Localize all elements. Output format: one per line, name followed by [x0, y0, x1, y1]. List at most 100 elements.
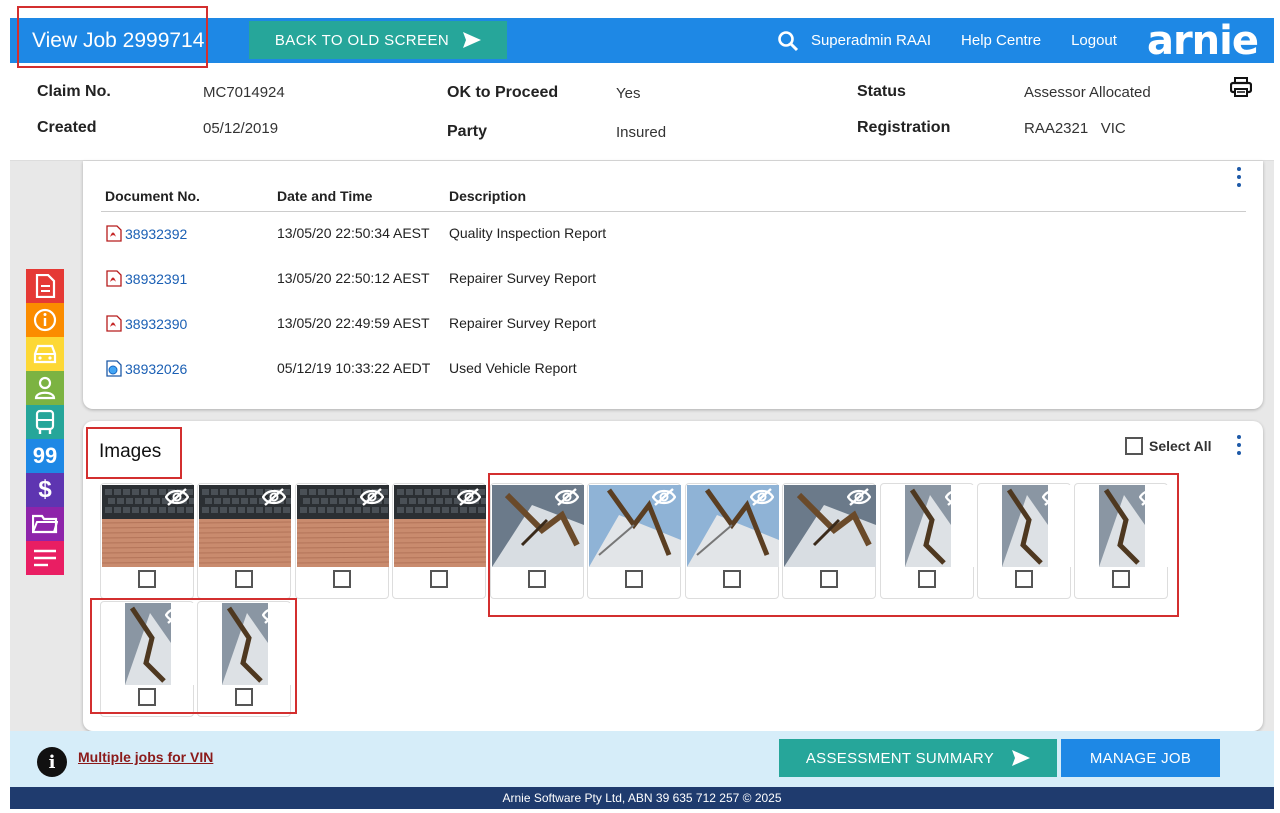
dollar-icon[interactable]: $ — [26, 473, 64, 507]
info-icon[interactable] — [26, 303, 64, 337]
document-icon[interactable] — [26, 269, 64, 303]
document-link[interactable]: 38932390 — [106, 315, 187, 332]
hidden-eye-icon[interactable] — [1041, 488, 1067, 506]
hidden-eye-icon[interactable] — [944, 488, 970, 506]
hidden-eye-icon[interactable] — [261, 488, 287, 506]
print-icon[interactable] — [1230, 77, 1252, 97]
divider — [101, 211, 1246, 212]
image-tile[interactable] — [490, 483, 584, 599]
image-select-checkbox[interactable] — [138, 688, 156, 706]
hidden-eye-icon[interactable] — [359, 488, 385, 506]
documents-more-icon[interactable] — [1236, 167, 1242, 187]
image-tile[interactable] — [587, 483, 681, 599]
image-select-checkbox[interactable] — [820, 570, 838, 588]
hidden-eye-icon[interactable] — [261, 606, 287, 624]
manage-job-button[interactable]: MANAGE JOB — [1061, 739, 1220, 777]
document-description: Repairer Survey Report — [449, 270, 597, 286]
hidden-eye-icon[interactable] — [846, 488, 872, 506]
image-select-checkbox[interactable] — [235, 688, 253, 706]
hidden-eye-icon[interactable] — [651, 488, 677, 506]
images-card: Images Select All — [83, 421, 1263, 731]
document-link[interactable]: 38932391 — [106, 270, 187, 287]
image-tile[interactable] — [295, 483, 389, 599]
select-all-label: Select All — [1149, 438, 1212, 454]
status-value: Assessor Allocated — [1024, 84, 1151, 101]
image-select-checkbox[interactable] — [625, 570, 643, 588]
quote-icon[interactable]: 99 — [26, 439, 64, 473]
select-all[interactable]: Select All — [1125, 437, 1212, 455]
footer: Arnie Software Pty Ltd, ABN 39 635 712 2… — [10, 787, 1274, 809]
pdf-icon — [106, 315, 122, 332]
image-tile[interactable] — [977, 483, 1071, 599]
hidden-eye-icon[interactable] — [1138, 488, 1164, 506]
user-menu-link[interactable]: Superadmin RAAI — [811, 32, 931, 49]
image-select-checkbox[interactable] — [723, 570, 741, 588]
assessment-summary-label: ASSESSMENT SUMMARY — [805, 749, 995, 767]
image-tile[interactable] — [197, 483, 291, 599]
images-more-icon[interactable] — [1236, 435, 1242, 455]
party-label: Party — [447, 123, 488, 140]
claim-info-bar: Claim No. MC7014924 Created 05/12/2019 O… — [10, 63, 1274, 161]
image-tile[interactable] — [100, 483, 194, 599]
top-nav: Superadmin RAAI Help Centre Logout arnie — [777, 18, 1274, 63]
image-select-checkbox[interactable] — [1015, 570, 1033, 588]
image-tile[interactable] — [197, 601, 291, 717]
image-tile[interactable] — [880, 483, 974, 599]
hidden-eye-icon[interactable] — [554, 488, 580, 506]
help-centre-link[interactable]: Help Centre — [961, 32, 1041, 49]
document-description: Used Vehicle Report — [449, 360, 577, 376]
image-tile[interactable] — [685, 483, 779, 599]
table-row: 38932026 05/12/19 10:33:22 AEDT Used Veh… — [83, 360, 1263, 380]
document-description: Quality Inspection Report — [449, 225, 607, 241]
section-sidebar: 99 $ — [26, 269, 64, 575]
documents-card: Document No. Date and Time Description 3… — [83, 161, 1263, 409]
page-title: View Job 2999714 — [32, 29, 205, 52]
person-icon[interactable] — [26, 371, 64, 405]
image-tile[interactable] — [1074, 483, 1168, 599]
hidden-eye-icon[interactable] — [456, 488, 482, 506]
image-select-checkbox[interactable] — [1112, 570, 1130, 588]
logout-link[interactable]: Logout — [1071, 32, 1117, 49]
vehicle-front-icon[interactable] — [26, 405, 64, 439]
hidden-eye-icon[interactable] — [164, 606, 190, 624]
hidden-eye-icon[interactable] — [164, 488, 190, 506]
ok-to-proceed-value: Yes — [616, 85, 641, 102]
created-label: Created — [37, 119, 97, 136]
image-tile[interactable] — [392, 483, 486, 599]
document-datetime: 13/05/20 22:50:12 AEST — [277, 270, 430, 286]
status-label: Status — [857, 83, 906, 100]
image-tile[interactable] — [100, 601, 194, 717]
image-select-checkbox[interactable] — [235, 570, 253, 588]
image-select-checkbox[interactable] — [918, 570, 936, 588]
col-header-date-time: Date and Time — [277, 188, 373, 204]
back-to-old-screen-button[interactable]: BACK TO OLD SCREEN — [249, 21, 507, 59]
image-select-checkbox[interactable] — [138, 570, 156, 588]
notes-icon[interactable] — [26, 541, 64, 575]
col-header-document-no: Document No. — [105, 188, 200, 204]
table-row: 38932391 13/05/20 22:50:12 AEST Repairer… — [83, 270, 1263, 290]
document-datetime: 13/05/20 22:49:59 AEST — [277, 315, 430, 331]
image-select-checkbox[interactable] — [333, 570, 351, 588]
claim-no-value: MC7014924 — [203, 84, 285, 101]
app-frame: View Job 2999714 BACK TO OLD SCREEN Supe… — [10, 18, 1274, 809]
top-bar: View Job 2999714 BACK TO OLD SCREEN Supe… — [10, 18, 1274, 63]
hidden-eye-icon[interactable] — [749, 488, 775, 506]
image-select-checkbox[interactable] — [528, 570, 546, 588]
search-icon[interactable] — [777, 30, 799, 52]
assessment-summary-button[interactable]: ASSESSMENT SUMMARY — [779, 739, 1057, 777]
folder-icon[interactable] — [26, 507, 64, 541]
image-select-checkbox[interactable] — [430, 570, 448, 588]
pdf-icon — [106, 225, 122, 242]
select-all-checkbox[interactable] — [1125, 437, 1143, 455]
table-row: 38932390 13/05/20 22:49:59 AEST Repairer… — [83, 315, 1263, 335]
multiple-jobs-vin-link[interactable]: Multiple jobs for VIN — [78, 749, 213, 765]
images-title: Images — [99, 441, 162, 462]
info-icon: i — [37, 747, 67, 777]
party-value: Insured — [616, 124, 667, 141]
document-datetime: 05/12/19 10:33:22 AEDT — [277, 360, 431, 376]
document-link[interactable]: 38932392 — [106, 225, 187, 242]
document-link[interactable]: 38932026 — [106, 360, 187, 377]
send-arrow-icon — [1012, 750, 1031, 766]
image-tile[interactable] — [782, 483, 876, 599]
car-icon[interactable] — [26, 337, 64, 371]
